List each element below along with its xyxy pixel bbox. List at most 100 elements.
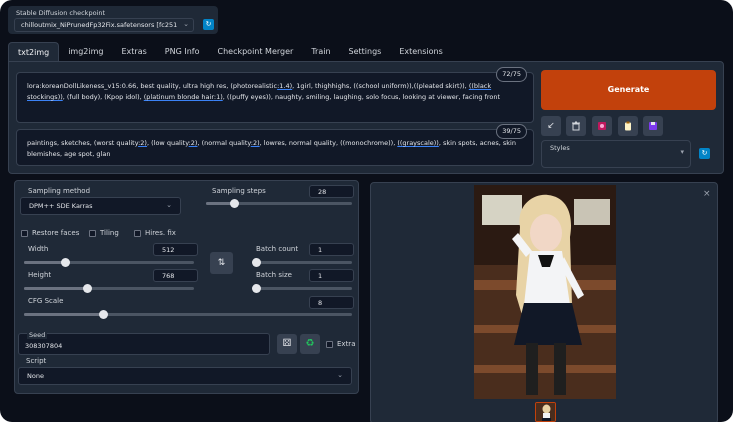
tab-settings[interactable]: Settings — [340, 42, 391, 62]
sampling-method-select[interactable]: DPM++ SDE Karras ⌄ — [20, 197, 181, 215]
slider-handle[interactable] — [98, 310, 108, 319]
prompt-weight: (platinum blonde hair — [143, 93, 214, 101]
batch-size-input[interactable]: 1 — [309, 269, 354, 282]
slider-handle[interactable] — [229, 199, 239, 208]
seed-value: 308307804 — [25, 342, 63, 350]
prompt-weight: :1.4) — [277, 82, 293, 90]
prompt-input[interactable]: 72/75 lora:koreanDollLikeness_v15:0.66, … — [16, 67, 534, 123]
script-select[interactable]: None ⌄ — [18, 367, 352, 385]
clear-prompt-button[interactable] — [566, 116, 586, 136]
height-input[interactable]: 768 — [153, 269, 198, 282]
generated-image[interactable] — [474, 185, 616, 399]
negative-prompt-token-counter: 39/75 — [496, 124, 527, 139]
prompt-token-counter: 72/75 — [496, 67, 527, 82]
prompt-text: lora:koreanDollLikeness_v15:0.66, best q… — [27, 82, 278, 90]
read-params-button[interactable]: ↙ — [541, 116, 561, 136]
tab-extensions[interactable]: Extensions — [390, 42, 451, 62]
negative-prompt-text: , lowres, normal quality, ((monochrome))… — [259, 139, 398, 147]
tiling-label: Tiling — [100, 229, 119, 237]
checkpoint-refresh-button[interactable]: ↻ — [203, 19, 214, 30]
cfg-scale-slider[interactable] — [24, 310, 352, 319]
tab-train[interactable]: Train — [302, 42, 339, 62]
negative-prompt-weight: ((grayscale)) — [397, 139, 439, 147]
extra-networks-button[interactable] — [592, 116, 612, 136]
close-icon[interactable]: × — [703, 189, 711, 199]
slider-fill — [24, 287, 87, 290]
trash-icon — [571, 121, 581, 131]
styles-refresh-button[interactable]: ↻ — [699, 148, 710, 159]
seed-label: Seed — [27, 331, 48, 339]
width-input[interactable]: 512 — [153, 243, 198, 256]
batch-count-label: Batch count — [256, 245, 299, 253]
styles-select[interactable]: Styles ▾ — [541, 140, 691, 168]
batch-size-slider[interactable] — [252, 284, 352, 293]
slider-handle[interactable] — [82, 284, 92, 293]
script-label: Script — [26, 357, 47, 365]
batch-count-input[interactable]: 1 — [309, 243, 354, 256]
sampling-steps-label: Sampling steps — [212, 187, 266, 195]
prompt-weight: :1) — [213, 93, 223, 101]
swap-dimensions-button[interactable]: ⇅ — [210, 252, 233, 274]
checkpoint-panel: Stable Diffusion checkpoint chilloutmix_… — [8, 6, 218, 34]
tab-img2img[interactable]: img2img — [59, 42, 112, 62]
extra-seed-checkbox[interactable] — [326, 341, 333, 348]
negative-prompt-text: , (normal quality — [197, 139, 251, 147]
generate-button[interactable]: Generate — [541, 70, 716, 110]
chevron-down-icon: ⌄ — [183, 20, 189, 28]
tiling-checkbox[interactable] — [89, 230, 96, 237]
reuse-seed-button[interactable]: ♻ — [300, 334, 320, 354]
apply-style-button[interactable] — [618, 116, 638, 136]
refresh-icon: ↻ — [701, 149, 708, 157]
arrow-icon: ↙ — [547, 121, 555, 131]
height-label: Height — [28, 271, 52, 279]
restore-faces-label: Restore faces — [32, 229, 80, 237]
negative-prompt-input[interactable]: 39/75 paintings, sketches, (worst qualit… — [16, 124, 534, 166]
sampling-method-label: Sampling method — [28, 187, 91, 195]
app-window: Stable Diffusion checkpoint chilloutmix_… — [0, 0, 733, 422]
width-label: Width — [28, 245, 49, 253]
slider-handle[interactable] — [252, 284, 261, 293]
slider-handle[interactable] — [60, 258, 70, 267]
tab-extras[interactable]: Extras — [112, 42, 155, 62]
prompt-text: , (full body), (Kpop idol), — [62, 93, 144, 101]
width-slider[interactable] — [24, 258, 194, 267]
slider-handle[interactable] — [252, 258, 261, 267]
checkpoint-select[interactable]: chilloutmix_NiPrunedFp32Fix.safetensors … — [14, 18, 194, 32]
recycle-icon: ♻ — [305, 338, 315, 349]
chevron-down-icon: ⌄ — [166, 201, 172, 209]
checkpoint-value: chilloutmix_NiPrunedFp32Fix.safetensors … — [21, 21, 178, 29]
tab-bar: txt2img img2img Extras PNG Info Checkpoi… — [8, 42, 452, 62]
height-slider[interactable] — [24, 284, 194, 293]
dice-icon: ⚄ — [282, 338, 292, 349]
restore-faces-checkbox[interactable] — [21, 230, 28, 237]
output-thumbnail[interactable] — [535, 402, 556, 422]
batch-count-slider[interactable] — [252, 258, 352, 267]
save-icon — [648, 121, 658, 131]
seed-input[interactable]: Seed 308307804 — [18, 331, 270, 355]
negative-prompt-weight: :2) — [138, 139, 147, 147]
sampling-steps-input[interactable]: 28 — [309, 185, 354, 198]
chevron-down-icon: ⌄ — [337, 371, 343, 379]
sampling-method-value: DPM++ SDE Karras — [29, 202, 93, 210]
negative-prompt-weight: :2) — [250, 139, 260, 147]
styles-label: Styles — [550, 144, 570, 152]
cfg-scale-label: CFG Scale — [28, 297, 64, 305]
negative-prompt-text: paintings, sketches, (worst quality — [27, 139, 139, 147]
sampling-steps-slider[interactable] — [206, 199, 352, 208]
chevron-down-icon: ▾ — [680, 148, 684, 156]
hires-fix-label: Hires. fix — [145, 229, 176, 237]
random-seed-button[interactable]: ⚄ — [277, 334, 297, 354]
swap-icon: ⇅ — [217, 258, 226, 268]
tab-txt2img[interactable]: txt2img — [8, 42, 60, 62]
save-style-button[interactable] — [643, 116, 663, 136]
refresh-icon: ↻ — [205, 20, 212, 28]
script-value: None — [27, 372, 44, 380]
slider-fill — [24, 313, 103, 316]
hires-fix-checkbox[interactable] — [134, 230, 141, 237]
prompt-text: , 1girl, thighhighs, ((school uniform)),… — [292, 82, 469, 90]
extra-seed-label: Extra — [337, 340, 356, 348]
tab-png-info[interactable]: PNG Info — [156, 42, 209, 62]
cfg-scale-input[interactable]: 8 — [309, 296, 354, 309]
tab-checkpoint-merger[interactable]: Checkpoint Merger — [208, 42, 302, 62]
checkpoint-label: Stable Diffusion checkpoint — [16, 9, 106, 17]
